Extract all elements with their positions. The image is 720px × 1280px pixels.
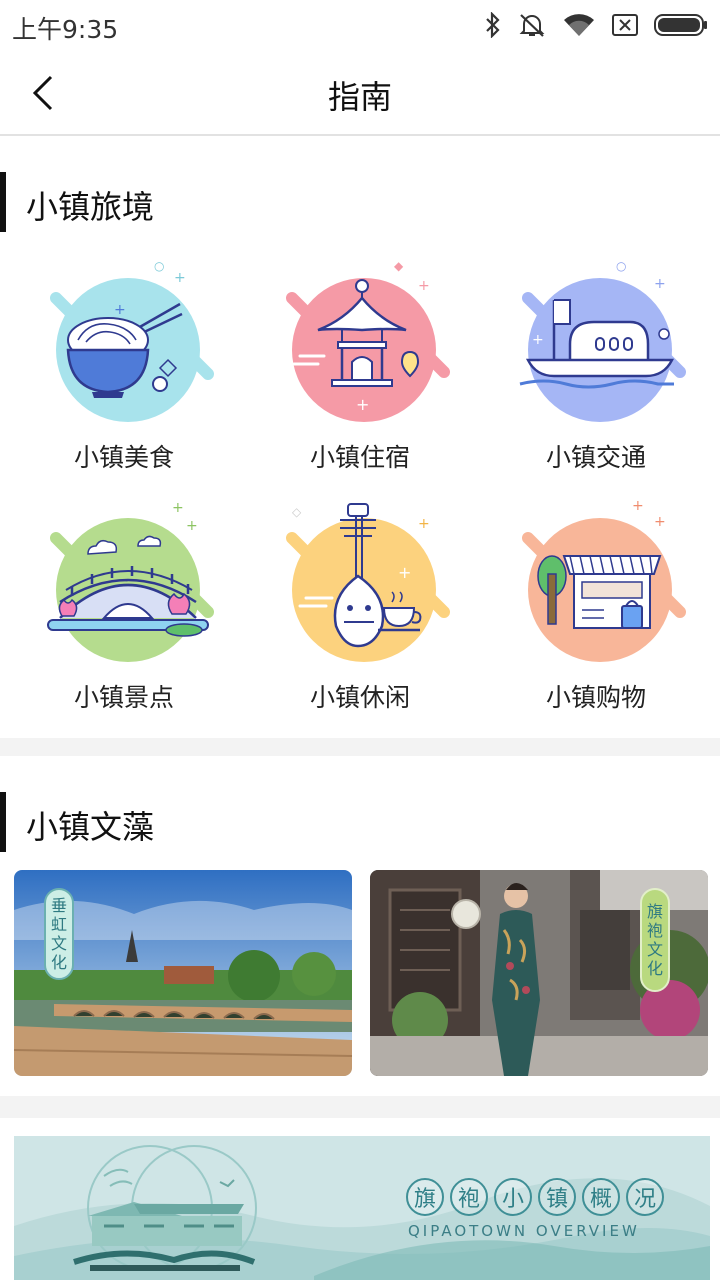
tag-char: 化 [50, 953, 67, 972]
culture-card-qipao[interactable]: 旗 袍 文 化 [370, 870, 708, 1076]
tag-char: 文 [50, 934, 67, 953]
bridge-icon: + + [47, 500, 214, 662]
pipa-icon: ◇ + + [286, 503, 450, 662]
title-char: 袍 [450, 1178, 488, 1216]
banner-subtitle: QIPAOTOWN OVERVIEW [408, 1222, 640, 1240]
category-sights[interactable]: + + 小镇景点 [4, 488, 244, 728]
section-title: 小镇文藻 [26, 808, 155, 846]
section-title: 小镇旅境 [26, 188, 155, 226]
status-time: 上午9:35 [12, 15, 119, 44]
svg-text:+: + [398, 563, 411, 582]
bluetooth-icon [486, 12, 500, 38]
shop-icon: + + [522, 498, 686, 662]
category-label: 小镇购物 [545, 683, 646, 712]
pavilion-icon: ◆ + + [286, 259, 450, 422]
svg-text:+: + [174, 270, 186, 286]
section-header-culture: 小镇文藻 [0, 792, 720, 852]
nav-bar: 指南 [0, 50, 720, 136]
tag-char: 化 [646, 959, 663, 978]
section-divider [0, 738, 720, 756]
svg-text:+: + [532, 332, 544, 348]
category-food[interactable]: ○ + + 小镇美食 [4, 248, 244, 488]
title-char: 况 [626, 1178, 664, 1216]
banner-title: 旗 袍 小 镇 概 况 [406, 1178, 664, 1216]
svg-text:+: + [418, 516, 430, 532]
tag-char: 垂 [50, 896, 67, 915]
title-char: 概 [582, 1178, 620, 1216]
category-transport[interactable]: ○ + + 小镇交通 [476, 248, 716, 488]
noodle-bowl-icon: ○ + + [50, 259, 214, 422]
wifi-icon [564, 14, 594, 36]
category-label: 小镇休闲 [309, 683, 410, 712]
tag-char: 文 [646, 940, 663, 959]
title-char: 旗 [406, 1178, 444, 1216]
svg-text:+: + [632, 498, 644, 514]
tag-char: 虹 [50, 915, 67, 934]
svg-text:+: + [418, 278, 430, 294]
card-tag: 旗 袍 文 化 [640, 888, 670, 992]
svg-text:+: + [654, 514, 666, 530]
category-lodging[interactable]: ◆ + + 小镇住宿 [240, 248, 480, 488]
culture-card-chuihong[interactable]: 垂 虹 文 化 [14, 870, 352, 1076]
status-bar: 上午9:35 [0, 0, 720, 50]
svg-text:+: + [114, 302, 126, 318]
category-label: 小镇美食 [73, 443, 174, 472]
svg-text:+: + [186, 518, 198, 534]
category-label: 小镇住宿 [309, 443, 410, 472]
tag-char: 袍 [646, 921, 663, 940]
category-leisure[interactable]: ◇ + + 小镇休闲 [240, 488, 480, 728]
category-label: 小镇景点 [73, 683, 174, 712]
mute-icon [519, 14, 545, 37]
svg-text:+: + [172, 500, 184, 516]
no-sim-icon [612, 14, 638, 36]
category-label: 小镇交通 [545, 443, 646, 472]
battery-icon [654, 14, 707, 36]
boat-icon: ○ + + [519, 259, 686, 422]
category-shopping[interactable]: + + 小镇购物 [476, 488, 716, 728]
svg-text:○: ○ [616, 259, 626, 273]
status-icons [484, 10, 708, 40]
svg-text:+: + [356, 395, 369, 414]
svg-text:◇: ◇ [292, 505, 302, 519]
section-accent-bar [0, 792, 6, 852]
title-char: 小 [494, 1178, 532, 1216]
page-title: 指南 [327, 78, 392, 116]
svg-text:○: ○ [154, 259, 164, 273]
title-char: 镇 [538, 1178, 576, 1216]
section-accent-bar [0, 172, 6, 232]
card-tag: 垂 虹 文 化 [44, 888, 74, 980]
overview-banner[interactable]: 旗 袍 小 镇 概 况 QIPAOTOWN OVERVIEW [14, 1136, 710, 1280]
category-grid: ○ + + 小镇美食 ◆ + + 小镇住宿 ○ + + 小镇交通 + + 小镇景… [0, 248, 720, 728]
svg-text:+: + [654, 276, 666, 292]
svg-text:◆: ◆ [394, 259, 404, 273]
tag-char: 旗 [646, 902, 663, 921]
section-divider [0, 1096, 720, 1118]
section-header-travel: 小镇旅境 [0, 172, 720, 232]
